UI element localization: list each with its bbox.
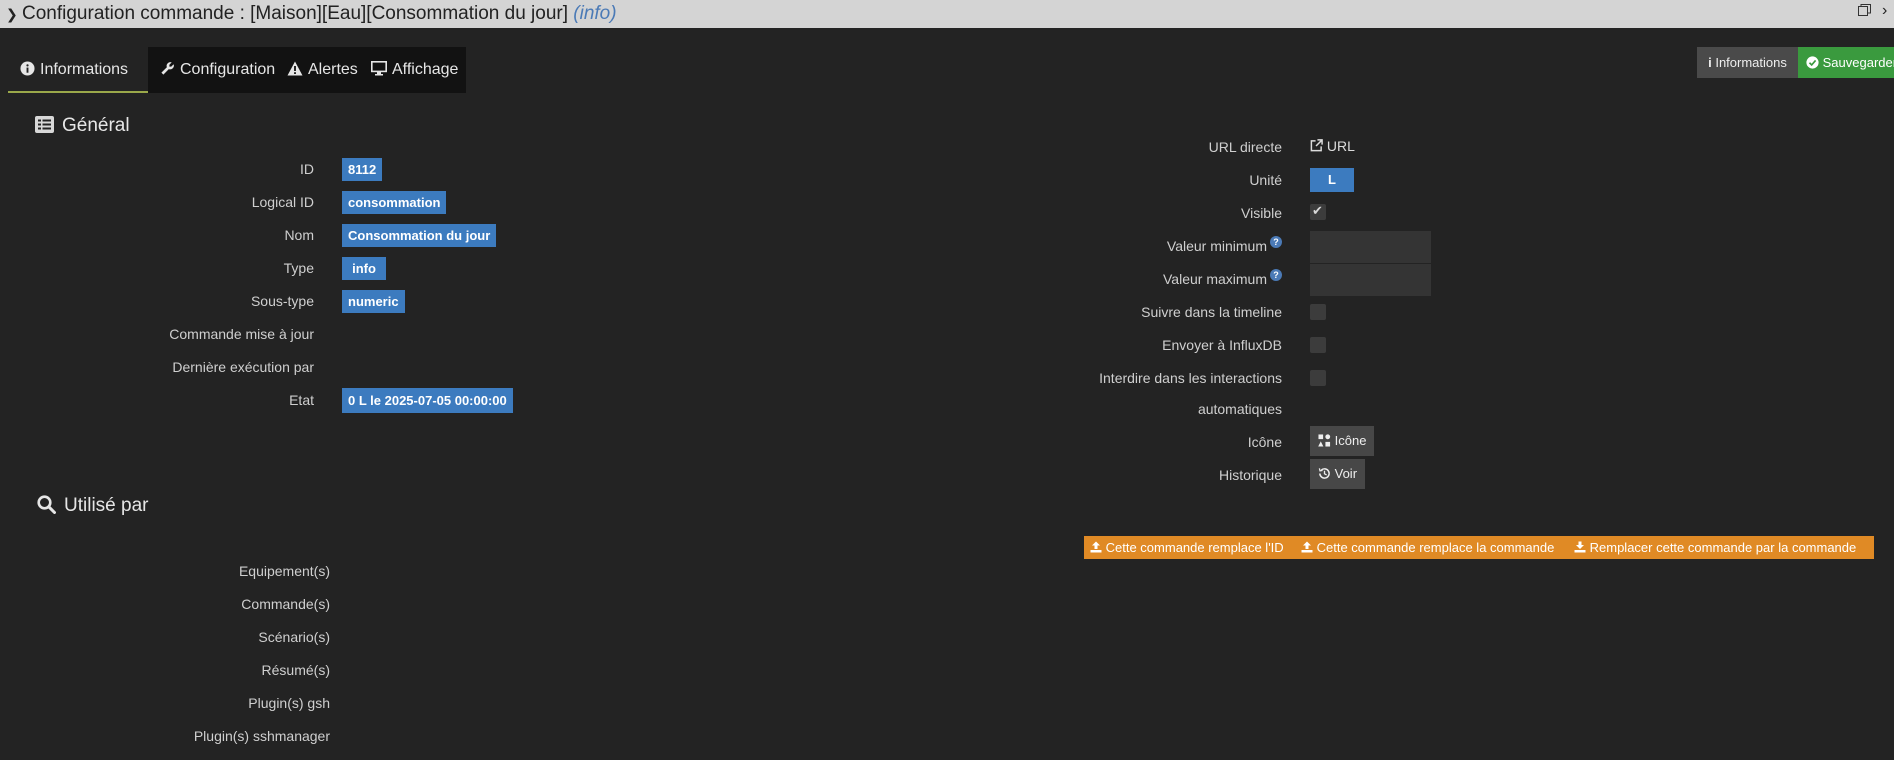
field-label-visible: Visible <box>1241 205 1282 221</box>
icons-icon <box>1318 433 1335 448</box>
field-label-unit: Unité <box>1249 172 1282 188</box>
used-by-title-text: Utilisé par <box>64 495 149 516</box>
save-button[interactable]: Sauvegarder <box>1798 47 1894 78</box>
field-label-name: Nom <box>284 227 314 243</box>
history-view-button-label: Voir <box>1334 466 1358 481</box>
tab-label: Affichage <box>392 61 459 78</box>
save-button-label: Sauvegarder <box>1822 55 1894 70</box>
maximize-icon[interactable] <box>1858 4 1871 16</box>
wrench-icon <box>158 47 176 93</box>
field-label-id: ID <box>300 161 314 177</box>
history-view-button[interactable]: Voir <box>1310 459 1366 489</box>
history-icon <box>1318 466 1335 481</box>
replace-id-button[interactable]: Cette commande remplace l'ID <box>1090 536 1284 559</box>
field-label-timeline: Suivre dans la timeline <box>1141 304 1282 320</box>
download-icon <box>1574 540 1590 555</box>
unit-value-badge: L <box>1310 168 1354 192</box>
tab-affichage[interactable]: Affichage <box>360 47 468 93</box>
tab-alertes[interactable]: Alertes <box>276 47 368 93</box>
icon-select-button[interactable]: Icône <box>1310 426 1375 456</box>
field-label-last-execution: Dernière exécution par <box>172 359 314 375</box>
tab-configuration[interactable]: Configuration <box>148 47 285 93</box>
replace-command-button[interactable]: Cette commande remplace la commande <box>1301 536 1554 559</box>
warning-icon <box>286 47 304 93</box>
field-label-interactions: Interdire dans les interactions <box>1099 370 1282 386</box>
used-by-plugin-sshmanager: Plugin(s) sshmanager <box>193 728 330 744</box>
max-label-text: Valeur maximum <box>1163 271 1267 287</box>
min-value-input[interactable] <box>1310 231 1431 263</box>
field-label-influxdb: Envoyer à InfluxDB <box>1162 337 1282 353</box>
subtype-value-badge: numeric <box>342 290 405 313</box>
replace-command-label: Cette commande remplace la commande <box>1316 540 1555 555</box>
used-by-resumes: Résumé(s) <box>261 662 330 678</box>
field-label-icon: Icône <box>1247 434 1282 450</box>
url-link-text: URL <box>1326 138 1355 154</box>
list-icon <box>35 115 54 137</box>
logical-id-value-badge: consommation <box>342 191 447 214</box>
window-title-text: Configuration commande : [Maison][Eau][C… <box>22 3 568 24</box>
state-value-badge: 0 L le 2025-07-05 00:00:00 <box>342 388 513 413</box>
field-label-logical-id: Logical ID <box>251 194 314 210</box>
window-titlebar: ❯ Configuration commande : [Maison][Eau]… <box>0 0 1894 28</box>
close-icon[interactable]: › <box>1882 2 1887 20</box>
timeline-checkbox[interactable] <box>1310 304 1326 320</box>
type-value-badge: info <box>342 257 386 280</box>
used-by-commandes: Commande(s) <box>241 596 330 612</box>
help-icon[interactable]: ? <box>1270 269 1282 281</box>
section-title-used-by: Utilisé par <box>37 495 148 517</box>
tab-informations[interactable]: Informations <box>8 47 148 93</box>
field-label-history: Historique <box>1218 467 1282 483</box>
field-label-type: Type <box>283 260 314 276</box>
general-title-text: Général <box>62 115 130 136</box>
icon-select-button-label: Icône <box>1334 433 1367 448</box>
field-label-update-command: Commande mise à jour <box>169 326 314 342</box>
window-title-suffix: (info) <box>573 3 617 24</box>
id-value-badge: 8112 <box>342 158 383 181</box>
tab-label: Alertes <box>308 61 358 78</box>
section-title-general: Général <box>35 115 130 137</box>
max-value-input[interactable] <box>1310 264 1431 296</box>
informations-button[interactable]: i Informations <box>1697 47 1798 78</box>
field-label-state: Etat <box>289 392 314 408</box>
upload-icon <box>1301 540 1317 555</box>
tab-label: Informations <box>40 61 129 78</box>
replace-id-label: Cette commande remplace l'ID <box>1105 540 1284 555</box>
interactions-checkbox[interactable] <box>1310 370 1326 386</box>
influxdb-checkbox[interactable] <box>1310 337 1326 353</box>
help-icon[interactable]: ? <box>1270 236 1282 248</box>
check-circle-icon <box>1806 55 1823 70</box>
info-circle-icon <box>18 47 36 93</box>
window-title: Configuration commande : [Maison][Eau][C… <box>22 3 617 25</box>
field-label-max: Valeur maximum? <box>1163 269 1282 287</box>
external-link-icon <box>1310 138 1327 154</box>
search-icon <box>37 495 56 517</box>
monitor-icon <box>370 47 388 93</box>
url-link[interactable]: URL <box>1310 138 1355 154</box>
used-by-plugin-gsh: Plugin(s) gsh <box>248 695 330 711</box>
replace-by-command-button[interactable]: Remplacer cette commande par la commande <box>1574 536 1856 559</box>
min-label-text: Valeur minimum <box>1166 238 1267 254</box>
used-by-scenarios: Scénario(s) <box>258 629 330 645</box>
field-label-interactions-line2: automatiques <box>1197 401 1282 417</box>
informations-button-label: Informations <box>1715 55 1787 70</box>
name-value-badge: Consommation du jour <box>342 224 497 247</box>
field-label-min: Valeur minimum? <box>1166 236 1282 254</box>
chevron-right-icon[interactable]: ❯ <box>6 6 18 23</box>
tab-label: Configuration <box>180 61 276 78</box>
visible-checkbox[interactable] <box>1310 203 1326 220</box>
used-by-equipements: Equipement(s) <box>238 563 330 579</box>
upload-icon <box>1090 540 1106 555</box>
field-label-subtype: Sous-type <box>250 293 314 309</box>
replace-by-command-label: Remplacer cette commande par la commande <box>1589 540 1857 555</box>
info-icon: i <box>1708 55 1712 70</box>
field-label-url: URL directe <box>1208 139 1282 155</box>
